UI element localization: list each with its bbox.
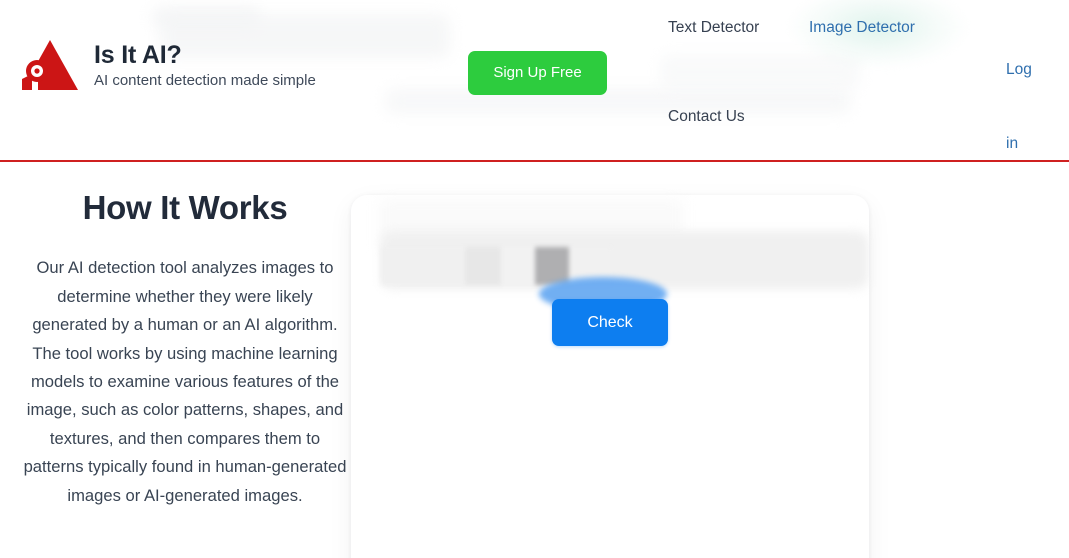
site-header: Is It AI? AI content detection made simp…	[0, 0, 1069, 162]
background-ghost-shape	[660, 55, 860, 89]
brand-logo-block[interactable]: Is It AI? AI content detection made simp…	[20, 38, 316, 94]
skeleton-segment	[569, 247, 611, 285]
skeleton-segment-accent	[535, 247, 569, 285]
brand-text-block: Is It AI? AI content detection made simp…	[94, 42, 316, 90]
image-detector-card: Check	[351, 195, 869, 558]
triangle-camera-logo-icon	[22, 40, 78, 90]
background-ghost-shape	[152, 6, 260, 28]
brand-tagline: AI content detection made simple	[94, 72, 316, 90]
nav-link-contact-us[interactable]: Contact Us	[668, 108, 745, 126]
sign-up-free-button[interactable]: Sign Up Free	[468, 51, 607, 95]
skeleton-segment	[465, 247, 501, 285]
how-it-works-section: How It Works Our AI detection tool analy…	[18, 189, 352, 510]
main-content: How It Works Our AI detection tool analy…	[0, 162, 1069, 558]
background-ghost-shape	[385, 88, 851, 114]
brand-title: Is It AI?	[94, 41, 182, 70]
skeleton-wide-placeholder	[381, 231, 868, 289]
skeleton-segment-row	[381, 247, 611, 285]
skeleton-panel-placeholder	[379, 199, 683, 251]
page-title: How It Works	[82, 189, 288, 226]
skeleton-segment	[501, 247, 535, 285]
skeleton-segment	[381, 247, 465, 285]
check-button[interactable]: Check	[552, 299, 668, 346]
nav-link-image-detector[interactable]: Image Detector	[809, 19, 915, 37]
login-link[interactable]: Log in	[1006, 33, 1034, 181]
how-it-works-description: Our AI detection tool analyzes images to…	[23, 258, 347, 505]
nav-link-text-detector[interactable]: Text Detector	[668, 19, 759, 37]
page-root: Is It AI? AI content detection made simp…	[0, 0, 1069, 558]
